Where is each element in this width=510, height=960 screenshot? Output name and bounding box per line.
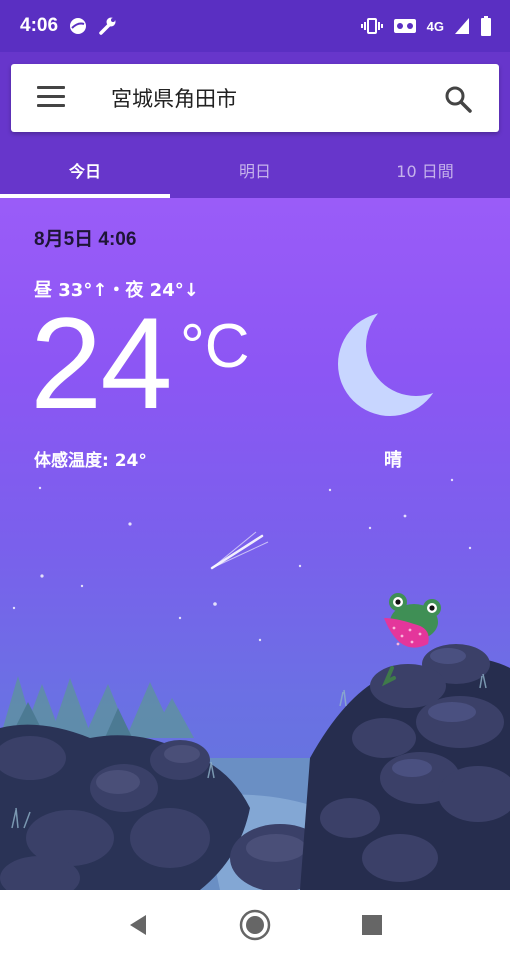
current-temperature: 24: [30, 290, 173, 436]
status-time: 4:06: [20, 15, 59, 36]
wrench-icon: [99, 17, 116, 35]
voicemail-icon: [393, 19, 416, 33]
date-time: 8月5日 4:06: [34, 229, 137, 250]
network-type: 4G: [426, 18, 444, 34]
search-icon[interactable]: [443, 84, 473, 114]
search-bar: [11, 64, 499, 132]
app-notification-icon: [70, 18, 87, 34]
menu-icon[interactable]: [37, 86, 65, 110]
feels-like: 体感温度: 24°: [34, 451, 147, 471]
system-nav-bar: [0, 890, 510, 960]
recents-square-icon: [361, 915, 382, 935]
tab-today[interactable]: 今日: [0, 142, 170, 198]
battery-icon: [481, 16, 491, 36]
recents-button[interactable]: [352, 905, 392, 945]
tab-bar: 今日 明日 10 日間: [0, 142, 510, 198]
vibrate-icon: [360, 18, 383, 34]
temperature-unit: °C: [180, 312, 250, 381]
home-circle-icon: [239, 909, 271, 941]
crescent-moon-icon: [338, 312, 442, 416]
home-button[interactable]: [235, 905, 275, 945]
location-input[interactable]: [103, 64, 423, 132]
weather-panel: 8月5日 4:06 昼 33°↑・夜 24°↓ 24 °C 体感温度: 24° …: [0, 198, 510, 890]
weather-condition: 晴: [384, 450, 402, 471]
tab-10-days[interactable]: 10 日間: [340, 142, 510, 198]
status-bar: 4:06 4G: [0, 0, 510, 52]
app-header: 今日 明日 10 日間: [0, 52, 510, 198]
back-button[interactable]: [118, 905, 158, 945]
back-triangle-icon: [130, 915, 147, 935]
signal-icon: [455, 18, 469, 34]
tab-tomorrow[interactable]: 明日: [170, 142, 340, 198]
